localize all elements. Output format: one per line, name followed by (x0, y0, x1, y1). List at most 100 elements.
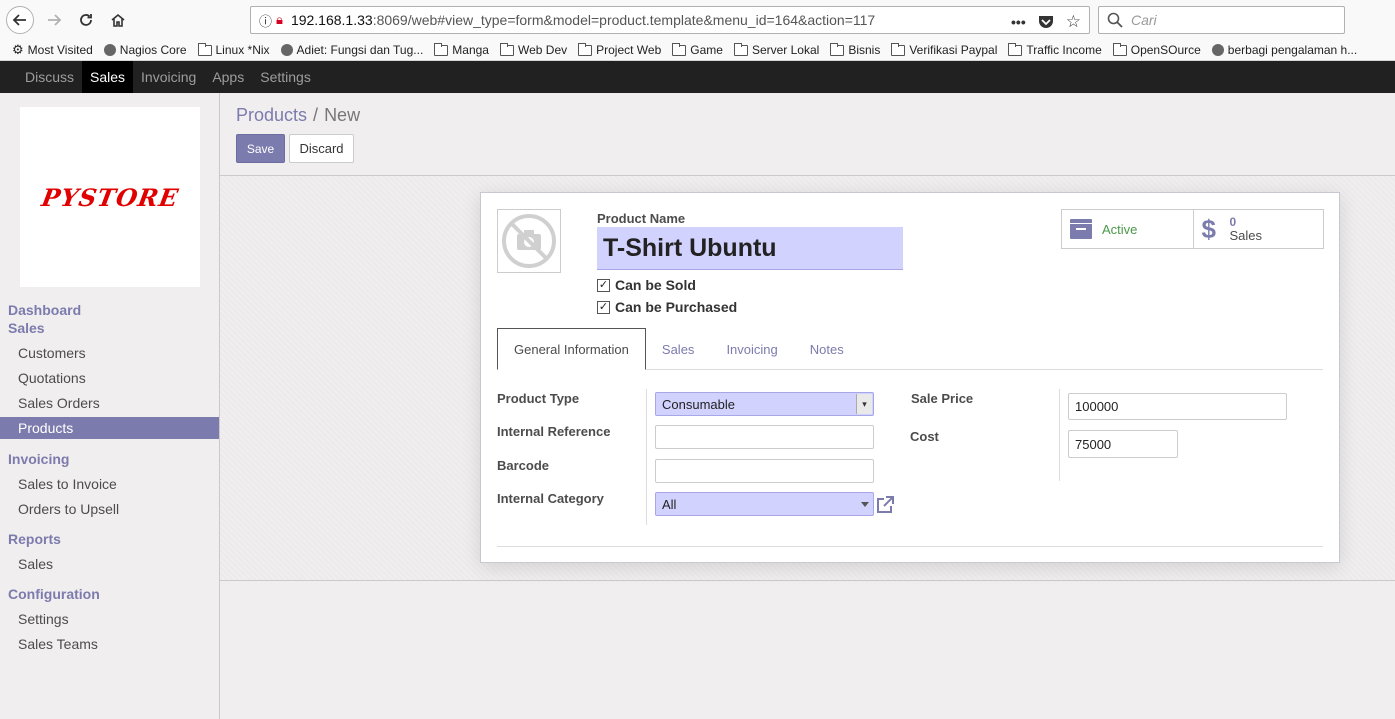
can-be-sold-checkbox[interactable]: ✓ (597, 278, 610, 292)
active-label: Active (1102, 221, 1138, 237)
internal-category-label: Internal Category (497, 491, 604, 506)
can-be-purchased-label: Can be Purchased (615, 299, 738, 315)
smart-buttons: Active $ 0 Sales (1061, 209, 1324, 249)
sidebar-item-sales-orders[interactable]: Sales Orders (0, 392, 219, 414)
page-actions-icon[interactable]: ••• (1011, 14, 1026, 30)
pocket-icon[interactable] (1038, 15, 1054, 29)
product-image-placeholder[interactable] (497, 209, 561, 273)
home-button[interactable] (104, 6, 132, 34)
sidebar-item-sales-teams[interactable]: Sales Teams (0, 633, 219, 655)
bookmark-item[interactable]: Linux *Nix (197, 42, 270, 57)
bookmark-label: Verifikasi Paypal (909, 43, 998, 57)
company-logo[interactable]: PYSTORE (20, 107, 200, 287)
topmenu-settings[interactable]: Settings (252, 61, 319, 93)
save-button[interactable]: Save (236, 134, 285, 163)
product-name-input[interactable]: T-Shirt Ubuntu (597, 227, 903, 270)
form-sheet: Product Name T-Shirt Ubuntu ✓ Can be Sol… (480, 192, 1340, 563)
folder-icon (891, 42, 906, 56)
topmenu-apps[interactable]: Apps (204, 61, 252, 93)
sidebar-item-report-sales[interactable]: Sales (0, 553, 219, 575)
arrow-right-icon (48, 14, 62, 26)
folder-icon (578, 42, 593, 56)
browser-toolbar: ⓘ 🔒︎ 192.168.1.33:8069/web#view_type=for… (0, 0, 1395, 40)
bookmark-label: Adiet: Fungsi dan Tug... (296, 43, 424, 57)
bookmark-item[interactable]: ⚙ Most Visited (12, 42, 93, 58)
globe-icon (1211, 44, 1224, 56)
sidebar-item-products[interactable]: Products (0, 417, 219, 439)
can-be-sold-label: Can be Sold (615, 277, 696, 293)
breadcrumb-separator: / (313, 105, 319, 125)
bookmark-item[interactable]: Traffic Income (1008, 42, 1102, 57)
sidebar-item-quotations[interactable]: Quotations (0, 367, 219, 389)
search-icon (1107, 12, 1123, 28)
bookmark-label: Manga (452, 43, 489, 57)
cost-input[interactable]: 75000 (1068, 430, 1178, 458)
bookmark-item[interactable]: berbagi pengalaman h... (1211, 43, 1358, 57)
internal-category-value: All (662, 496, 677, 512)
sale-price-label: Sale Price (911, 391, 974, 406)
sidebar-item-settings[interactable]: Settings (0, 608, 219, 630)
sales-stat-button[interactable]: $ 0 Sales (1192, 210, 1324, 248)
insecure-lock-icon[interactable]: 🔒︎ (276, 12, 283, 28)
bookmark-label: berbagi pengalaman h... (1227, 43, 1358, 57)
home-icon (111, 13, 125, 27)
sidebar-item-customers[interactable]: Customers (0, 342, 219, 364)
forward-button[interactable] (40, 6, 68, 34)
topmenu-sales[interactable]: Sales (82, 61, 134, 93)
topmenu-invoicing[interactable]: Invoicing (133, 61, 204, 93)
breadcrumb-products[interactable]: Products (236, 105, 307, 126)
product-type-select[interactable]: Consumable ▾ (655, 392, 874, 416)
bookmark-item[interactable]: Bisnis (830, 42, 880, 57)
sales-stat: 0 Sales (1230, 215, 1263, 243)
tab-sales[interactable]: Sales (646, 328, 711, 370)
url-bar[interactable]: ⓘ 🔒︎ 192.168.1.33:8069/web#view_type=for… (250, 6, 1090, 34)
product-name-label: Product Name (597, 211, 686, 226)
active-toggle-button[interactable]: Active (1062, 210, 1193, 248)
tab-invoicing[interactable]: Invoicing (710, 328, 793, 370)
bookmark-item[interactable]: Verifikasi Paypal (891, 42, 998, 57)
bookmark-label: Server Lokal (751, 43, 820, 57)
bookmark-item[interactable]: Game (672, 42, 723, 57)
arrow-left-icon (12, 14, 26, 26)
reload-icon (80, 14, 92, 26)
bookmark-item[interactable]: OpenSOurce (1112, 42, 1201, 57)
bookmark-item[interactable]: Manga (434, 42, 489, 57)
sidebar-item-sales-to-invoice[interactable]: Sales to Invoice (0, 473, 219, 495)
sidebar-section-invoicing: Invoicing (8, 451, 70, 467)
topmenu-discuss[interactable]: Discuss (17, 61, 82, 93)
reload-button[interactable] (72, 6, 100, 34)
chevron-down-icon: ▾ (856, 394, 872, 414)
sidebar-item-orders-to-upsell[interactable]: Orders to Upsell (0, 498, 219, 520)
folder-icon (499, 42, 514, 56)
bookmark-item[interactable]: Web Dev (499, 42, 567, 57)
breadcrumb-current: New (324, 105, 361, 125)
bookmark-item[interactable]: Nagios Core (103, 43, 187, 57)
internal-reference-input[interactable] (655, 425, 874, 449)
logo-text: PYSTORE (39, 182, 181, 212)
can-be-purchased-row: ✓ Can be Purchased (597, 299, 737, 315)
bookmark-item[interactable]: Server Lokal (733, 42, 820, 57)
sidebar-section-dashboard[interactable]: Dashboard (8, 302, 81, 318)
browser-search-input[interactable]: Cari (1098, 6, 1345, 34)
sale-price-input[interactable]: 100000 (1068, 393, 1287, 420)
sidebar-section-sales: Sales (8, 320, 45, 336)
back-button[interactable] (6, 6, 34, 34)
tab-notes[interactable]: Notes (794, 328, 860, 370)
can-be-purchased-checkbox[interactable]: ✓ (597, 300, 610, 314)
caret-down-icon (861, 502, 869, 507)
bookmark-item[interactable]: Adiet: Fungsi dan Tug... (280, 43, 424, 57)
product-type-label: Product Type (497, 391, 580, 406)
tab-general-information[interactable]: General Information (497, 328, 646, 370)
info-icon[interactable]: ⓘ (259, 11, 272, 30)
bookmark-label: Linux *Nix (215, 43, 270, 57)
field-separator-right (1059, 389, 1060, 481)
bookmark-star-icon[interactable]: ☆ (1066, 12, 1081, 32)
barcode-input[interactable] (655, 459, 874, 483)
discard-button[interactable]: Discard (289, 134, 354, 163)
folder-icon (434, 42, 449, 56)
sidebar: PYSTORE Dashboard Sales Customers Quotat… (0, 93, 220, 719)
bookmark-item[interactable]: Project Web (578, 42, 661, 57)
url-host: 192.168.1.33 (290, 12, 373, 28)
external-link-icon[interactable] (875, 495, 895, 515)
internal-category-select[interactable]: All (655, 492, 874, 516)
